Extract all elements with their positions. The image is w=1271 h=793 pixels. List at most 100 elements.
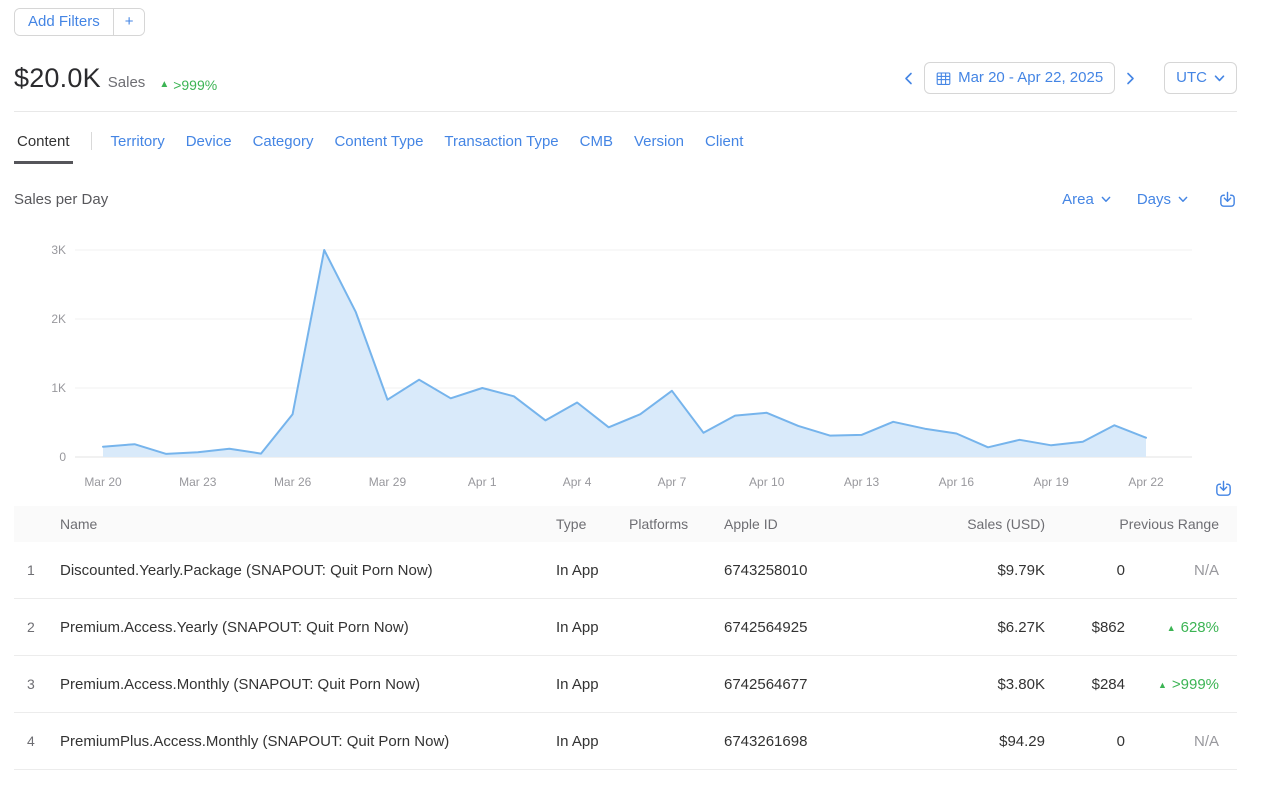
- add-filter-plus-button[interactable]: +: [113, 9, 145, 35]
- tab-territory[interactable]: Territory: [108, 133, 168, 164]
- up-arrow-icon: ▲: [1158, 680, 1167, 690]
- row-number: 4: [14, 733, 60, 749]
- chevron-down-icon: [1178, 196, 1188, 203]
- tab-content[interactable]: Content: [14, 133, 73, 164]
- metric-change-value: >999%: [173, 77, 217, 93]
- download-icon: [1218, 190, 1237, 209]
- sales-metric: $20.0K Sales ▲ >999%: [14, 63, 217, 94]
- chevron-down-icon: [1214, 75, 1225, 82]
- x-axis-label: Mar 20: [71, 475, 135, 489]
- product-type: In App: [556, 619, 629, 636]
- x-axis-label: Apr 10: [735, 475, 799, 489]
- chevron-left-icon: [903, 71, 914, 86]
- chart-type-select[interactable]: Area: [1062, 191, 1111, 208]
- chevron-right-icon: [1125, 71, 1136, 86]
- metric-label: Sales: [108, 74, 146, 91]
- product-name: PremiumPlus.Access.Monthly (SNAPOUT: Qui…: [60, 733, 556, 750]
- filters-control: Add Filters +: [14, 8, 145, 36]
- date-range-label: Mar 20 - Apr 22, 2025: [958, 69, 1103, 87]
- previous-range-value: $862: [1045, 619, 1125, 636]
- change-badge: N/A: [1125, 733, 1237, 750]
- x-axis-label: Apr 19: [1019, 475, 1083, 489]
- x-axis-label: Mar 26: [261, 475, 325, 489]
- table-row[interactable]: 1Discounted.Yearly.Package (SNAPOUT: Qui…: [14, 542, 1237, 599]
- table-body: 1Discounted.Yearly.Package (SNAPOUT: Qui…: [14, 542, 1237, 770]
- row-number: 1: [14, 562, 60, 578]
- y-axis-label: 0: [14, 450, 66, 464]
- x-axis-label: Mar 29: [355, 475, 419, 489]
- table-row[interactable]: 2Premium.Access.Yearly (SNAPOUT: Quit Po…: [14, 599, 1237, 656]
- tab-category[interactable]: Category: [250, 133, 317, 164]
- x-axis-label: Apr 16: [924, 475, 988, 489]
- up-arrow-icon: ▲: [159, 80, 169, 90]
- product-sales: $94.29: [894, 733, 1045, 750]
- product-type: In App: [556, 676, 629, 693]
- interval-label: Days: [1137, 191, 1171, 208]
- x-axis-label: Apr 22: [1114, 475, 1178, 489]
- column-header-platforms[interactable]: Platforms: [629, 516, 724, 532]
- product-name: Discounted.Yearly.Package (SNAPOUT: Quit…: [60, 562, 556, 579]
- up-arrow-icon: ▲: [1167, 623, 1176, 633]
- date-range-button[interactable]: Mar 20 - Apr 22, 2025: [924, 62, 1115, 94]
- previous-range-value: $284: [1045, 676, 1125, 693]
- tab-content-type[interactable]: Content Type: [331, 133, 426, 164]
- tab-transaction-type[interactable]: Transaction Type: [441, 133, 561, 164]
- chevron-down-icon: [1101, 196, 1111, 203]
- table-row[interactable]: 4PremiumPlus.Access.Monthly (SNAPOUT: Qu…: [14, 713, 1237, 770]
- x-axis-label: Apr 7: [640, 475, 704, 489]
- column-header-type[interactable]: Type: [556, 516, 629, 532]
- tab-version[interactable]: Version: [631, 133, 687, 164]
- column-header-apple-id[interactable]: Apple ID: [724, 516, 894, 532]
- prev-range-button[interactable]: [899, 69, 918, 88]
- add-filters-button[interactable]: Add Filters: [15, 9, 113, 35]
- chart-type-label: Area: [1062, 191, 1094, 208]
- metric-value: $20.0K: [14, 63, 101, 94]
- tab-device[interactable]: Device: [183, 133, 235, 164]
- next-range-button[interactable]: [1121, 69, 1140, 88]
- product-sales: $6.27K: [894, 619, 1045, 636]
- analytics-page: Add Filters + $20.0K Sales ▲ >999%: [0, 0, 1271, 770]
- product-name: Premium.Access.Monthly (SNAPOUT: Quit Po…: [60, 676, 556, 693]
- date-controls: Mar 20 - Apr 22, 2025 UTC: [899, 62, 1237, 94]
- calendar-icon: [936, 71, 951, 86]
- product-type: In App: [556, 733, 629, 750]
- change-badge: ▲>999%: [1125, 676, 1237, 693]
- sales-table: Name Type Platforms Apple ID Sales (USD)…: [14, 506, 1237, 770]
- table-row[interactable]: 3Premium.Access.Monthly (SNAPOUT: Quit P…: [14, 656, 1237, 713]
- tab-cmb[interactable]: CMB: [577, 133, 616, 164]
- tab-client[interactable]: Client: [702, 133, 746, 164]
- tab-divider: [91, 132, 92, 150]
- change-badge: N/A: [1125, 562, 1237, 579]
- y-axis-label: 2K: [14, 312, 66, 326]
- filters-bar: Add Filters +: [14, 8, 1237, 36]
- area-chart-plot: [14, 245, 1192, 470]
- change-badge: ▲628%: [1125, 619, 1237, 636]
- product-name: Premium.Access.Yearly (SNAPOUT: Quit Por…: [60, 619, 556, 636]
- timezone-select[interactable]: UTC: [1164, 62, 1237, 94]
- chart-download-button[interactable]: [1218, 190, 1237, 209]
- sales-chart: 01K2K3KMar 20Mar 23Mar 26Mar 29Apr 1Apr …: [14, 245, 1192, 500]
- table-download-button[interactable]: [1214, 478, 1233, 498]
- column-header-previous-range[interactable]: Previous Range: [1045, 516, 1237, 532]
- row-number: 2: [14, 619, 60, 635]
- interval-select[interactable]: Days: [1137, 191, 1188, 208]
- previous-range-value: 0: [1045, 562, 1125, 579]
- x-axis-label: Apr 13: [830, 475, 894, 489]
- metric-change-badge: ▲ >999%: [159, 77, 217, 93]
- product-sales: $9.79K: [894, 562, 1045, 579]
- area-fill: [103, 250, 1146, 457]
- download-icon: [1214, 479, 1233, 498]
- product-sales: $3.80K: [894, 676, 1045, 693]
- timezone-label: UTC: [1176, 69, 1207, 87]
- chart-header: Sales per Day Area Days: [14, 190, 1237, 209]
- y-axis-label: 3K: [14, 243, 66, 257]
- column-header-name[interactable]: Name: [60, 516, 556, 532]
- column-header-sales[interactable]: Sales (USD): [894, 516, 1045, 532]
- chart-controls: Area Days: [1062, 190, 1237, 209]
- chart-title: Sales per Day: [14, 191, 108, 208]
- y-axis-label: 1K: [14, 381, 66, 395]
- summary-row: $20.0K Sales ▲ >999% Mar 20 - Apr 22,: [14, 62, 1237, 94]
- x-axis-label: Apr 4: [545, 475, 609, 489]
- table-header: Name Type Platforms Apple ID Sales (USD)…: [14, 506, 1237, 542]
- previous-range-value: 0: [1045, 733, 1125, 750]
